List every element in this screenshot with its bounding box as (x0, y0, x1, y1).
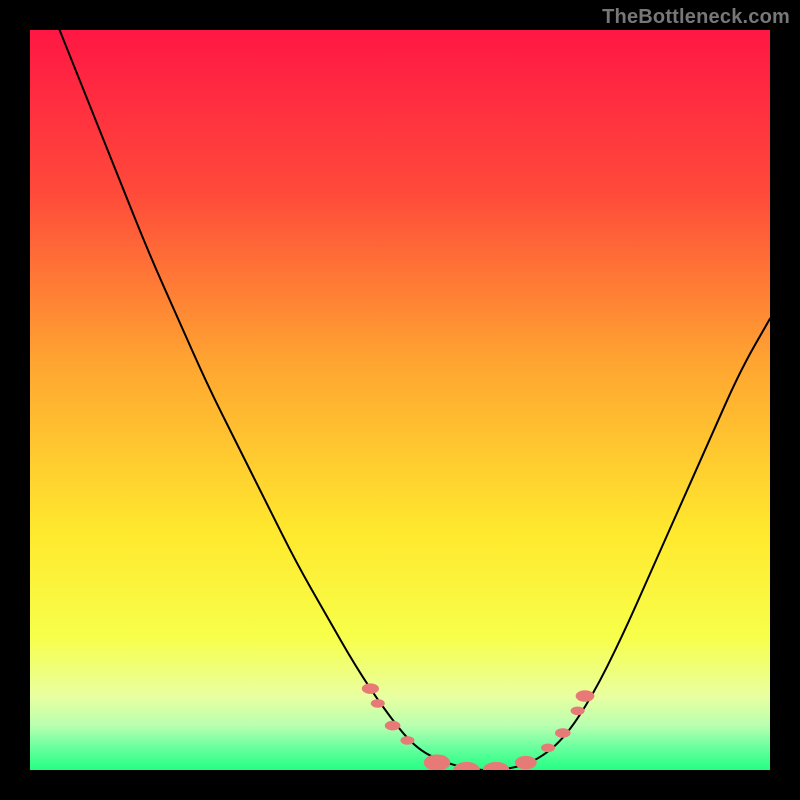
watermark-text: TheBottleneck.com (602, 6, 790, 29)
plot-area (30, 30, 770, 770)
curve-marker (453, 762, 480, 770)
curve-marker (371, 699, 385, 708)
curve-marker (541, 743, 555, 752)
curve-marker (385, 721, 401, 731)
chart-frame: TheBottleneck.com (0, 0, 800, 800)
bottleneck-curve (60, 30, 770, 770)
curve-layer (30, 30, 770, 770)
curve-marker (555, 728, 571, 738)
curve-marker (571, 706, 585, 715)
marker-group (362, 683, 595, 770)
curve-marker (400, 736, 414, 745)
curve-marker (362, 683, 379, 694)
curve-marker (515, 756, 537, 769)
curve-marker (483, 762, 510, 770)
curve-marker (576, 690, 595, 702)
curve-marker (424, 754, 451, 770)
